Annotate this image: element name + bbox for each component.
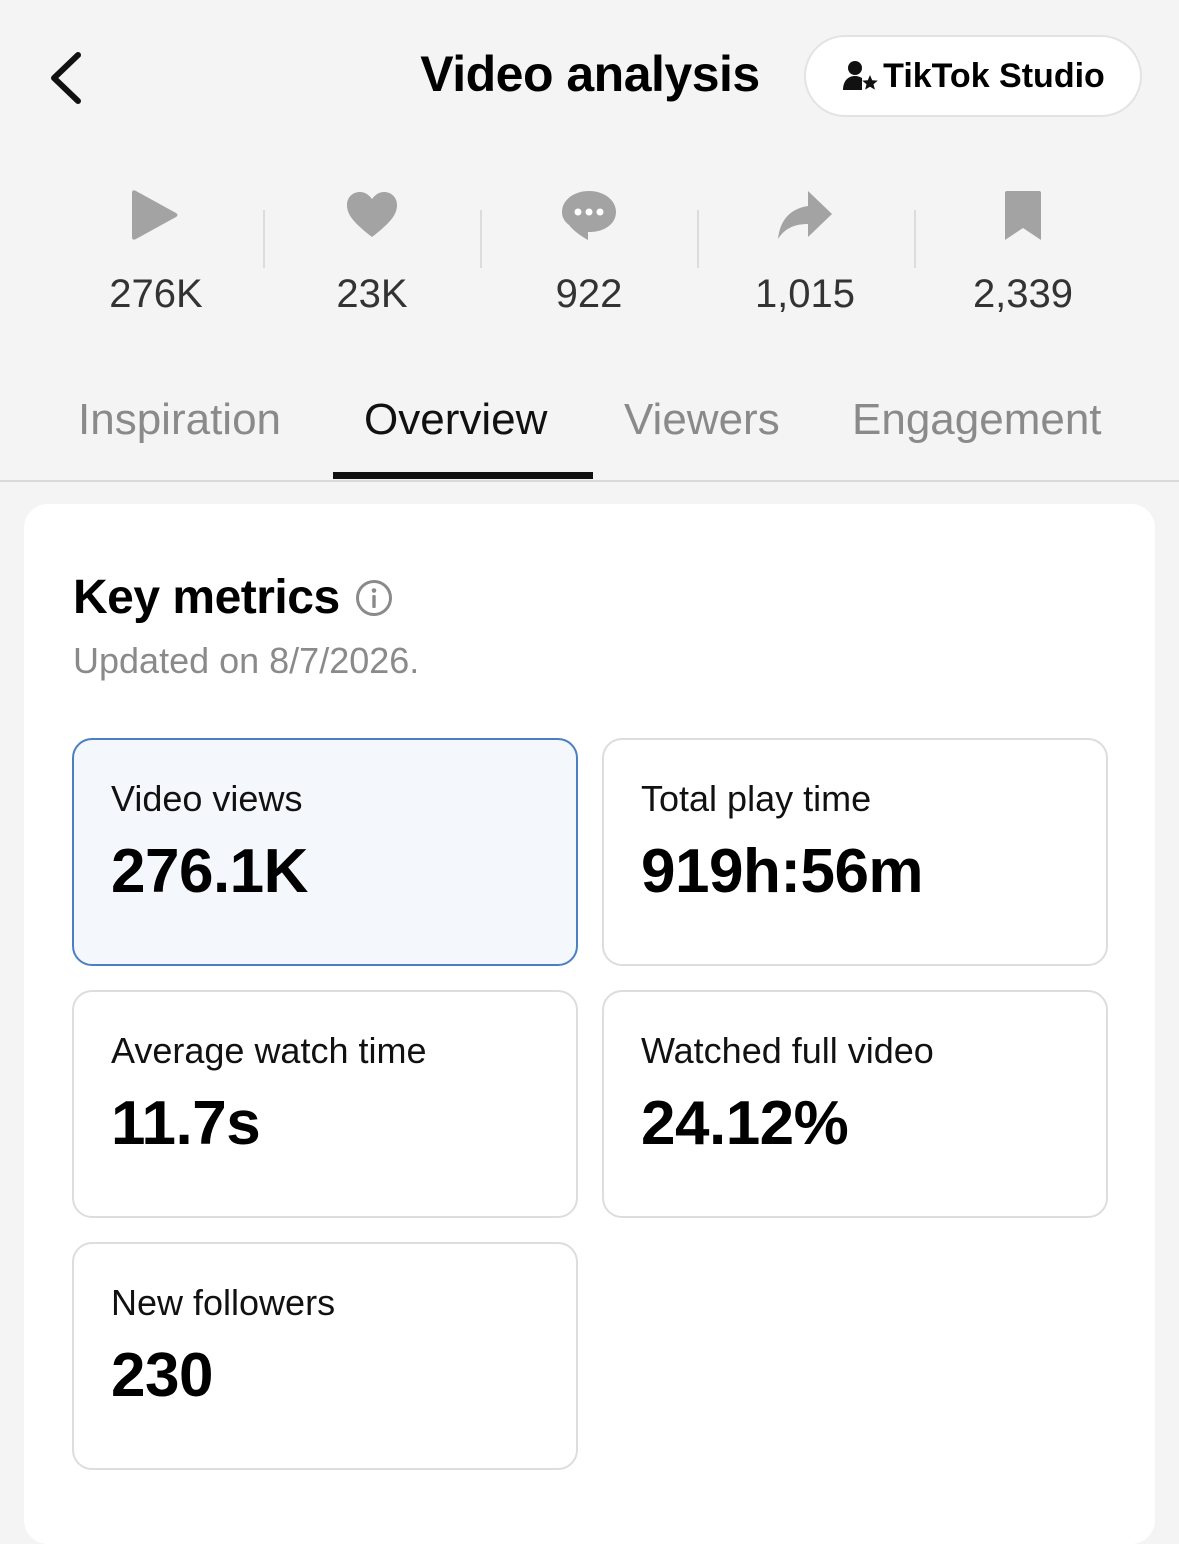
comments-count: 922 <box>555 272 623 316</box>
saves-stat: 2,339 <box>923 180 1123 317</box>
metric-value: 230 <box>111 1341 213 1410</box>
metric-label: Total play time <box>641 778 872 819</box>
stat-divider <box>697 210 699 268</box>
metric-label: Video views <box>111 778 303 819</box>
metric-label: Watched full video <box>641 1030 934 1071</box>
stat-divider <box>480 210 482 268</box>
tab-inspiration[interactable]: Inspiration <box>78 395 281 445</box>
comment-icon <box>562 191 616 240</box>
metric-new-followers[interactable]: New followers 230 <box>72 1242 578 1470</box>
share-icon <box>778 191 832 239</box>
metric-total-play-time[interactable]: Total play time 919h:56m <box>602 738 1108 966</box>
metric-value: 919h:56m <box>641 837 924 906</box>
tab-engagement[interactable]: Engagement <box>852 395 1102 445</box>
header: Video analysis TikTok Studio <box>0 0 1179 150</box>
tab-overview[interactable]: Overview <box>364 395 547 445</box>
chevron-left-icon <box>51 52 81 104</box>
metric-label: New followers <box>111 1282 336 1323</box>
shares-count: 1,015 <box>754 272 856 316</box>
tab-viewers[interactable]: Viewers <box>624 395 780 445</box>
play-icon <box>132 190 178 240</box>
creator-star-icon <box>843 61 878 90</box>
plays-count: 276K <box>109 272 203 316</box>
shares-stat: 1,015 <box>705 180 905 317</box>
likes-count: 23K <box>336 272 408 316</box>
back-button[interactable] <box>40 42 100 112</box>
page-title: Video analysis <box>420 46 760 102</box>
tiktok-studio-label: TikTok Studio <box>883 56 1105 95</box>
heart-icon <box>347 192 397 237</box>
stat-divider <box>914 210 916 268</box>
bookmark-icon <box>1005 191 1041 240</box>
stat-divider <box>263 210 265 268</box>
likes-stat: 23K <box>272 180 472 317</box>
metric-value: 24.12% <box>641 1089 849 1158</box>
key-metrics-card: Key metrics Updated on 8/7/2026. Video v… <box>24 504 1155 1544</box>
active-tab-indicator <box>333 472 593 479</box>
saves-count: 2,339 <box>972 272 1074 316</box>
updated-date: Updated on 8/7/2026. <box>73 640 420 681</box>
analysis-tabs: Inspiration Overview Viewers Engagement <box>0 380 1179 482</box>
metric-average-watch-time[interactable]: Average watch time 11.7s <box>72 990 578 1218</box>
metric-value: 11.7s <box>111 1089 261 1158</box>
metric-label: Average watch time <box>111 1030 427 1071</box>
metric-watched-full-video[interactable]: Watched full video 24.12% <box>602 990 1108 1218</box>
video-stats-row: 276K 23K 922 1,015 2,339 <box>0 180 1179 330</box>
metric-value: 276.1K <box>111 837 308 906</box>
key-metrics-title: Key metrics <box>73 571 340 624</box>
tiktok-studio-button[interactable]: TikTok Studio <box>804 35 1142 117</box>
plays-stat: 276K <box>56 180 256 317</box>
section-title: Key metrics <box>73 570 394 625</box>
metric-video-views[interactable]: Video views 276.1K <box>72 738 578 966</box>
info-icon[interactable] <box>354 578 394 618</box>
comments-stat: 922 <box>489 180 689 317</box>
